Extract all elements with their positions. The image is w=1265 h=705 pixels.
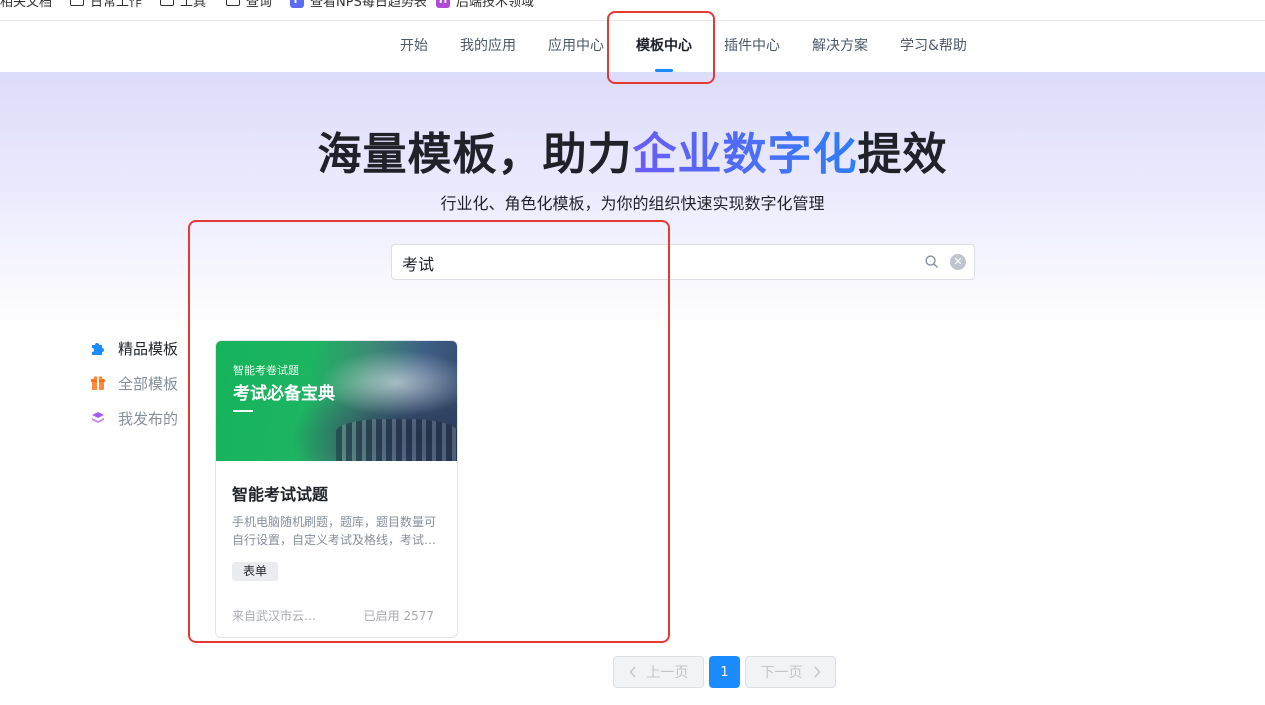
gift-icon: [91, 376, 105, 390]
folder-icon: [70, 0, 84, 6]
tab-app-center[interactable]: 应用中心: [548, 21, 604, 72]
cover-audience-graphic: [336, 419, 457, 461]
chevron-right-icon: [813, 666, 821, 678]
hero-title-highlight: 企业数字化: [632, 129, 858, 180]
template-title: 智能考试试题: [232, 485, 329, 504]
tab-learning-help[interactable]: 学习&帮助: [900, 21, 967, 72]
hero-title-prefix: 海量模板，助力: [317, 129, 633, 180]
tab-label: 模板中心: [636, 38, 692, 54]
hero-title: 海量模板，助力企业数字化提效: [0, 118, 1265, 182]
sidebar-item-featured[interactable]: 精品模板: [90, 337, 178, 359]
next-page-button[interactable]: 下一页: [745, 656, 836, 688]
tab-solutions[interactable]: 解决方案: [812, 21, 868, 72]
tab-start[interactable]: 开始: [400, 21, 428, 72]
badge-icon: F: [290, 0, 304, 8]
sidebar-item-label: 精品模板: [118, 339, 179, 358]
template-card[interactable]: 智能考卷试题 考试必备宝典 智能考试试题 手机电脑随机刷题，题库，题目数量可自行…: [215, 340, 458, 638]
template-usage-count: 已启用 2577: [363, 609, 434, 623]
cover-divider: [233, 410, 253, 412]
layers-icon: [92, 412, 104, 423]
puzzle-icon: [92, 343, 104, 355]
tab-my-apps[interactable]: 我的应用: [460, 21, 516, 72]
tab-template-center[interactable]: 模板中心: [636, 21, 692, 72]
sidebar-item-published[interactable]: 我发布的: [90, 407, 178, 429]
search-icon[interactable]: [925, 255, 938, 268]
folder-icon: [226, 0, 240, 6]
sidebar-item-label: 全部模板: [118, 374, 179, 393]
bookmark-label: 日常工作: [90, 0, 143, 10]
bookmark-label: 后端技术领域: [456, 0, 535, 10]
prev-page-button[interactable]: 上一页: [613, 656, 704, 688]
hero-title-suffix: 提效: [857, 129, 948, 180]
bookmark-item[interactable]: F 查看NPS每日趋势表: [290, 0, 427, 10]
bookmark-label: 查看NPS每日趋势表: [310, 0, 427, 10]
template-source: 来自武汉市云…: [232, 609, 317, 623]
hero-subtitle: 行业化、角色化模板，为你的组织快速实现数字化管理: [440, 194, 825, 213]
next-page-label: 下一页: [760, 665, 803, 681]
bookmark-item[interactable]: 日常工作: [70, 0, 142, 10]
cover-subtitle: 智能考卷试题: [233, 364, 299, 377]
page-number-current[interactable]: 1: [709, 656, 740, 688]
template-description: 手机电脑随机刷题，题库，题目数量可自行设置，自定义考试及格线，考试…: [232, 515, 437, 547]
template-search-box: ✕: [391, 244, 975, 281]
sidebar-item-label: 我发布的: [118, 409, 179, 428]
tab-plugin-center[interactable]: 插件中心: [724, 21, 780, 72]
template-cover-image: 智能考卷试题 考试必备宝典: [216, 341, 457, 461]
clear-icon[interactable]: ✕: [950, 254, 966, 270]
bookmark-item[interactable]: 相关文档: [0, 0, 52, 10]
bookmark-label: 查询: [246, 0, 273, 10]
bookmark-item[interactable]: H 后端技术领域: [436, 0, 534, 10]
bookmark-label: 工具: [180, 0, 207, 10]
bookmarks-bar: 相关文档 日常工作 工具 查询 F 查看NPS每日趋势表 H 后端技术领域: [0, 0, 1265, 21]
bookmark-label: 相关文档: [0, 0, 53, 10]
template-type-tag: 表单: [232, 562, 279, 581]
chevron-left-icon: [628, 666, 636, 678]
search-input[interactable]: [400, 245, 904, 281]
cover-title: 考试必备宝典: [233, 384, 335, 404]
bookmark-item[interactable]: 查询: [226, 0, 272, 10]
sidebar-item-all[interactable]: 全部模板: [90, 372, 178, 394]
top-nav: 开始 我的应用 应用中心 模板中心 插件中心 解决方案 学习&帮助: [0, 21, 1265, 72]
folder-icon: [160, 0, 174, 6]
bookmark-item[interactable]: 工具: [160, 0, 206, 10]
badge-icon: H: [436, 0, 450, 8]
prev-page-label: 上一页: [646, 665, 689, 681]
